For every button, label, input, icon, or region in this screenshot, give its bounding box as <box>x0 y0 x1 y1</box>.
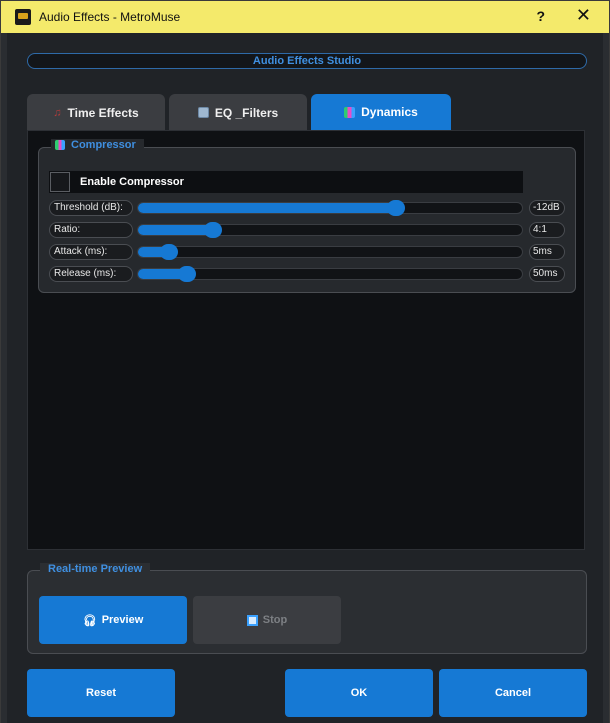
enable-compressor-row[interactable]: Enable Compressor <box>49 171 523 193</box>
compressor-group-title: Compressor <box>51 139 144 151</box>
stop-button-label: Stop <box>262 614 288 626</box>
compressor-title-text: Compressor <box>71 139 136 151</box>
enable-compressor-checkbox[interactable] <box>50 172 70 192</box>
preview-group-title: Real-time Preview <box>40 563 151 575</box>
attack-label: Attack (ms): <box>49 244 133 260</box>
attack-slider[interactable] <box>137 244 523 260</box>
threshold-slider-fill <box>138 203 396 213</box>
cancel-button[interactable]: Cancel <box>439 669 587 717</box>
tab-dynamics[interactable]: Dynamics <box>311 94 451 130</box>
tab-label: Dynamics <box>361 105 418 119</box>
reset-button[interactable]: Reset <box>27 669 175 717</box>
title-bar: Audio Effects - MetroMuse ? ✕ <box>1 1 609 33</box>
ratio-label: Ratio: <box>49 222 133 238</box>
ratio-slider-handle[interactable] <box>204 222 222 238</box>
ratio-slider-fill <box>138 225 213 235</box>
ratio-slider[interactable] <box>137 222 523 238</box>
equalizer-icon <box>197 107 209 118</box>
ratio-value: 4:1 <box>529 222 565 238</box>
compressor-group: Compressor Enable Compressor Threshold (… <box>38 139 576 293</box>
window-border-right <box>603 33 609 723</box>
dialog-content: Audio Effects Studio ♫ Time Effects EQ _… <box>7 33 603 723</box>
attack-slider-handle[interactable] <box>160 244 178 260</box>
music-note-icon: ♫ <box>53 107 62 119</box>
help-button[interactable]: ? <box>536 8 545 24</box>
realtime-preview-group: Real-time Preview 🎧︎ Preview Stop <box>27 563 587 654</box>
enable-compressor-label: Enable Compressor <box>80 176 184 188</box>
dialog-window: Audio Effects - MetroMuse ? ✕ Audio Effe… <box>0 0 610 723</box>
tab-time-effects[interactable]: ♫ Time Effects <box>27 94 165 131</box>
preview-button-label: Preview <box>101 614 144 626</box>
app-icon <box>15 9 31 25</box>
release-slider-handle[interactable] <box>178 266 196 282</box>
stop-icon <box>246 614 258 626</box>
stop-button[interactable]: Stop <box>193 596 341 644</box>
close-button[interactable]: ✕ <box>576 5 591 26</box>
threshold-slider-handle[interactable] <box>387 200 405 216</box>
headphones-icon: 🎧︎ <box>82 614 97 627</box>
dynamics-panel: Compressor Enable Compressor Threshold (… <box>27 130 585 550</box>
release-slider[interactable] <box>137 266 523 282</box>
dynamics-icon <box>344 106 356 118</box>
preview-button[interactable]: 🎧︎ Preview <box>39 596 187 644</box>
release-label: Release (ms): <box>49 266 133 282</box>
threshold-label: Threshold (dB): <box>49 200 133 216</box>
studio-header: Audio Effects Studio <box>27 53 587 69</box>
tab-label: Time Effects <box>67 105 139 120</box>
compressor-icon <box>55 140 65 150</box>
window-title: Audio Effects - MetroMuse <box>39 10 181 24</box>
attack-value: 5ms <box>529 244 565 260</box>
threshold-value: -12dB <box>529 200 565 216</box>
threshold-slider[interactable] <box>137 200 523 216</box>
tab-label: EQ _Filters <box>214 105 279 120</box>
ok-button[interactable]: OK <box>285 669 433 717</box>
tab-eq-filters[interactable]: EQ _Filters <box>169 94 307 131</box>
release-value: 50ms <box>529 266 565 282</box>
